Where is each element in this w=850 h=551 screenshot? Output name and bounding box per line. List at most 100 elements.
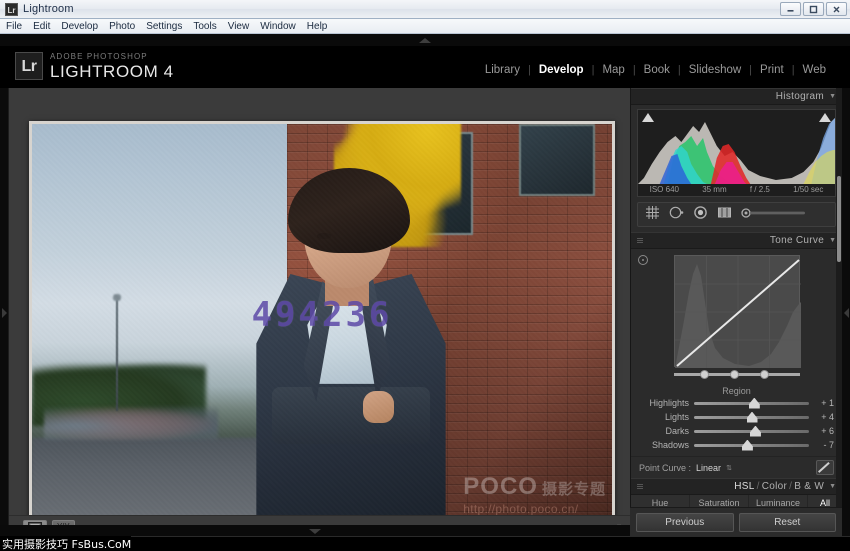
menu-settings[interactable]: Settings bbox=[146, 21, 182, 32]
chevron-down-icon[interactable]: ▼ bbox=[829, 237, 836, 244]
slider-label: Lights bbox=[637, 412, 689, 422]
develop-tool-strip bbox=[637, 202, 836, 227]
slider-knob[interactable] bbox=[742, 440, 753, 451]
module-slideshow[interactable]: Slideshow bbox=[681, 64, 749, 76]
menu-tools[interactable]: Tools bbox=[193, 21, 216, 32]
panel-grip-icon bbox=[637, 238, 643, 244]
point-curve-label: Point Curve : bbox=[639, 463, 691, 473]
photo-frame: 494236 POCO摄影专题 http://photo.poco.cn/ bbox=[29, 121, 615, 525]
exif-iso: ISO 640 bbox=[650, 185, 679, 194]
slider-lights[interactable]: Lights + 4 bbox=[631, 410, 842, 424]
hsl-title-hsl[interactable]: HSL bbox=[734, 481, 754, 492]
histogram-panel-header[interactable]: Histogram ▼ bbox=[631, 88, 842, 105]
minimize-button[interactable] bbox=[780, 2, 801, 16]
top-panel-toggle[interactable] bbox=[0, 34, 850, 46]
develop-footer-buttons: Previous Reset bbox=[630, 507, 842, 537]
lightroom-badge-icon: Lr bbox=[15, 52, 43, 80]
menu-window[interactable]: Window bbox=[260, 21, 296, 32]
brand-product-label: LIGHTROOM 4 bbox=[50, 62, 174, 81]
right-panel: Histogram ▼ ISO 640 35 mm bbox=[630, 88, 842, 537]
midtone-split-knob[interactable] bbox=[730, 370, 739, 379]
point-curve-chevron-icon[interactable]: ⇅ bbox=[726, 464, 732, 472]
module-picker: Library | Develop | Map | Book | Slidesh… bbox=[477, 64, 834, 76]
chevron-left-icon bbox=[844, 308, 849, 318]
slider-value: + 4 bbox=[814, 412, 834, 422]
histogram-curves bbox=[638, 112, 835, 184]
edit-point-curve-icon[interactable] bbox=[816, 460, 834, 475]
module-book[interactable]: Book bbox=[636, 64, 678, 76]
tone-curve-body bbox=[631, 249, 842, 382]
identity-plate[interactable]: Lr ADOBE PHOTOSHOP LIGHTROOM 4 bbox=[15, 52, 174, 81]
menu-edit[interactable]: Edit bbox=[33, 21, 50, 32]
menu-file[interactable]: File bbox=[6, 21, 22, 32]
point-curve-value[interactable]: Linear bbox=[696, 463, 721, 473]
menu-develop[interactable]: Develop bbox=[61, 21, 98, 32]
image-canvas-area: 494236 POCO摄影专题 http://photo.poco.cn/ bbox=[8, 88, 630, 537]
module-library[interactable]: Library bbox=[477, 64, 528, 76]
tone-curve-panel-header[interactable]: Tone Curve ▼ bbox=[631, 232, 842, 249]
scrollbar-thumb[interactable] bbox=[837, 176, 841, 262]
slider-track[interactable] bbox=[694, 416, 809, 419]
chevron-down-icon[interactable]: ▼ bbox=[829, 483, 836, 490]
slider-track[interactable] bbox=[694, 444, 809, 447]
status-text: 实用摄影技巧 FsBus.CoM bbox=[0, 536, 131, 551]
hsl-panel-header[interactable]: HSL/Color/B & W ▼ bbox=[631, 478, 842, 495]
region-label: Region bbox=[631, 386, 842, 396]
hsl-title-bw[interactable]: B & W bbox=[794, 481, 824, 492]
slider-knob[interactable] bbox=[750, 426, 761, 437]
hsl-panel-title: HSL/Color/B & W bbox=[734, 481, 824, 492]
previous-button[interactable]: Previous bbox=[636, 513, 734, 532]
slider-label: Darks bbox=[637, 426, 689, 436]
slider-value: + 1 bbox=[814, 398, 834, 408]
chevron-down-icon bbox=[309, 529, 321, 534]
target-adjust-icon[interactable] bbox=[638, 255, 648, 265]
adjustment-brush-icon[interactable] bbox=[741, 206, 807, 224]
module-web[interactable]: Web bbox=[795, 64, 834, 76]
slider-track[interactable] bbox=[694, 430, 809, 433]
maximize-button[interactable] bbox=[803, 2, 824, 16]
module-map[interactable]: Map bbox=[594, 64, 632, 76]
hsl-title-separator: / bbox=[789, 481, 792, 492]
chevron-right-icon bbox=[2, 308, 7, 318]
left-panel-toggle[interactable] bbox=[0, 88, 8, 537]
hsl-title-color[interactable]: Color bbox=[762, 481, 787, 492]
chevron-up-icon bbox=[419, 38, 431, 43]
identity-plate-bar: Lr ADOBE PHOTOSHOP LIGHTROOM 4 Library |… bbox=[0, 46, 850, 88]
tone-curve-svg bbox=[675, 256, 801, 368]
window-controls bbox=[780, 2, 847, 16]
spot-removal-icon[interactable] bbox=[669, 205, 684, 225]
module-print[interactable]: Print bbox=[752, 64, 792, 76]
slider-value: - 7 bbox=[814, 440, 834, 450]
menu-bar: File Edit Develop Photo Settings Tools V… bbox=[0, 19, 850, 34]
status-bar: 实用摄影技巧 FsBus.CoM bbox=[0, 537, 850, 551]
histogram-graph[interactable]: ISO 640 35 mm f / 2.5 1/50 sec bbox=[637, 109, 836, 197]
slider-track[interactable] bbox=[694, 402, 809, 405]
slider-darks[interactable]: Darks + 6 bbox=[631, 424, 842, 438]
menu-help[interactable]: Help bbox=[307, 21, 328, 32]
module-develop[interactable]: Develop bbox=[531, 64, 592, 76]
panel-grip-icon bbox=[637, 484, 643, 490]
red-eye-icon[interactable] bbox=[693, 205, 708, 225]
menu-view[interactable]: View bbox=[228, 21, 250, 32]
hsl-title-separator: / bbox=[757, 481, 760, 492]
reset-button[interactable]: Reset bbox=[739, 513, 837, 532]
slider-knob[interactable] bbox=[747, 412, 758, 423]
highlight-split-knob[interactable] bbox=[760, 370, 769, 379]
photo-image[interactable]: 494236 POCO摄影专题 http://photo.poco.cn/ bbox=[32, 124, 612, 522]
graduated-filter-icon[interactable] bbox=[717, 205, 732, 225]
tone-curve-graph[interactable] bbox=[674, 255, 800, 367]
histogram-panel-title: Histogram bbox=[776, 91, 824, 102]
chevron-down-icon[interactable]: ▼ bbox=[829, 93, 836, 100]
right-panel-toggle[interactable] bbox=[842, 88, 850, 537]
slider-shadows[interactable]: Shadows - 7 bbox=[631, 438, 842, 452]
crop-overlay-icon[interactable] bbox=[645, 205, 660, 225]
close-button[interactable] bbox=[826, 2, 847, 16]
brand-suite-label: ADOBE PHOTOSHOP bbox=[50, 52, 174, 62]
exif-aperture: f / 2.5 bbox=[750, 185, 770, 194]
slider-value: + 6 bbox=[814, 426, 834, 436]
shadow-split-knob[interactable] bbox=[700, 370, 709, 379]
slider-highlights[interactable]: Highlights + 1 bbox=[631, 396, 842, 410]
exif-readout: ISO 640 35 mm f / 2.5 1/50 sec bbox=[638, 185, 835, 194]
menu-photo[interactable]: Photo bbox=[109, 21, 135, 32]
slider-knob[interactable] bbox=[749, 398, 760, 409]
